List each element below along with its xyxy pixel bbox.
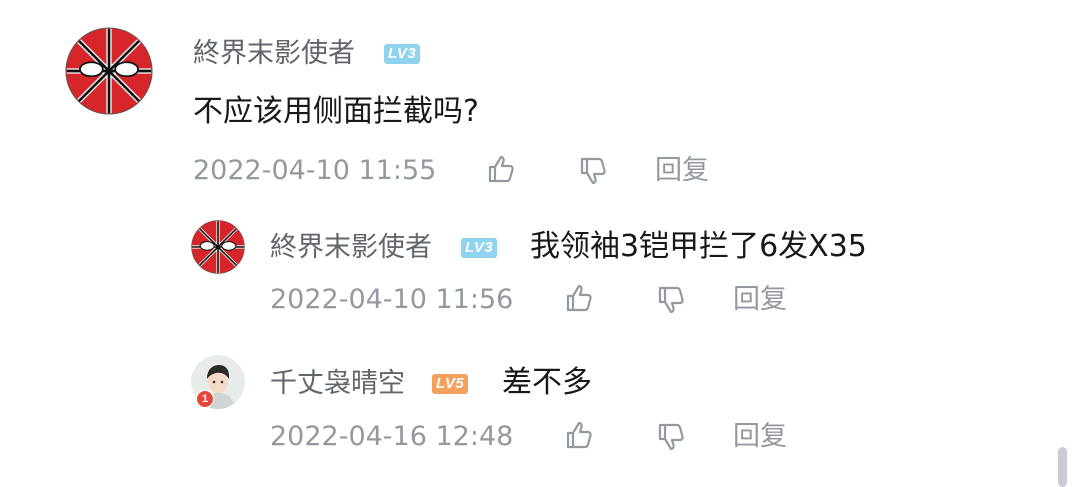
reply-level-badge: LV3 [461,238,498,258]
dislike-icon[interactable] [656,421,688,453]
reply-level-badge: LV5 [432,374,469,394]
comment-timestamp: 2022-04-10 11:55 [193,155,437,186]
dislike-icon[interactable] [656,284,688,316]
reply-button[interactable]: 回复 [733,423,787,450]
reply-timestamp: 2022-04-16 12:48 [270,421,514,452]
comment-text: 不应该用侧面拦截吗? [193,94,479,129]
scrollbar-thumb[interactable] [1058,447,1067,487]
comment-username[interactable]: 終界末影使者 [193,40,355,67]
reply-timestamp: 2022-04-10 11:56 [270,284,514,315]
like-icon[interactable] [564,419,596,451]
reply-username[interactable]: 千丈袅晴空 [270,370,405,397]
reply-text: 差不多 [502,365,592,400]
reply-button[interactable]: 回复 [733,286,787,313]
avatar-badge: 1 [196,390,214,408]
reply-button[interactable]: 回复 [655,157,709,184]
comment-level-badge: LV3 [384,44,421,64]
like-icon[interactable] [564,282,596,314]
like-icon[interactable] [486,153,518,185]
reply-avatar[interactable] [191,220,245,274]
reply-text: 我领袖3铠甲拦了6发X35 [530,229,867,264]
reply-username[interactable]: 終界末影使者 [270,234,432,261]
commenter-avatar[interactable] [65,27,153,115]
dislike-icon[interactable] [578,155,610,187]
